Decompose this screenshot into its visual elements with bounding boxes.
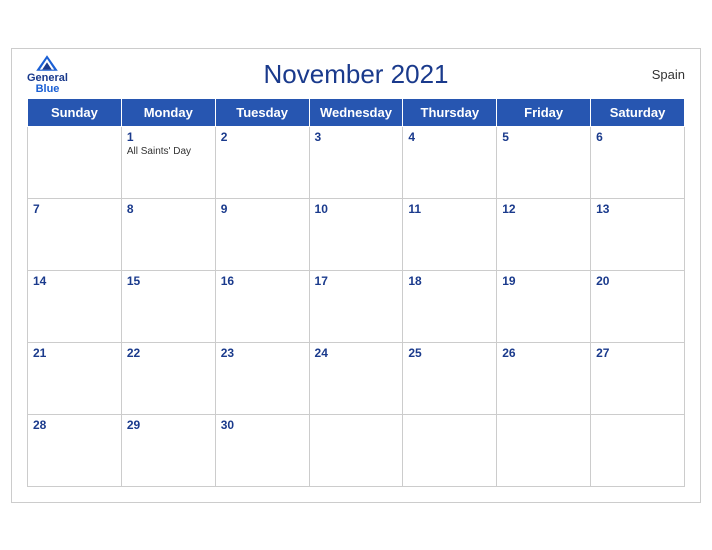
day-cell: 20 (591, 270, 685, 342)
day-cell: 21 (28, 342, 122, 414)
col-friday: Friday (497, 98, 591, 126)
logo-blue-text: Blue (36, 84, 60, 95)
day-number: 24 (315, 346, 398, 360)
day-cell: 16 (215, 270, 309, 342)
day-cell: 29 (121, 414, 215, 486)
day-cell: 12 (497, 198, 591, 270)
calendar-container: General Blue November 2021 Spain Sunday … (11, 48, 701, 503)
day-event: All Saints' Day (127, 146, 210, 157)
day-number: 3 (315, 130, 398, 144)
day-number: 14 (33, 274, 116, 288)
week-row-1: 1 All Saints' Day 23456 (28, 126, 685, 198)
day-number: 20 (596, 274, 679, 288)
logo-area: General Blue (27, 54, 68, 95)
day-number: 27 (596, 346, 679, 360)
day-cell (28, 126, 122, 198)
day-cell: 25 (403, 342, 497, 414)
day-cell (591, 414, 685, 486)
calendar-table: Sunday Monday Tuesday Wednesday Thursday… (27, 98, 685, 487)
day-number: 11 (408, 202, 491, 216)
day-cell: 26 (497, 342, 591, 414)
col-monday: Monday (121, 98, 215, 126)
day-number: 5 (502, 130, 585, 144)
day-number: 15 (127, 274, 210, 288)
generalblue-logo-icon (35, 54, 59, 72)
day-number: 7 (33, 202, 116, 216)
day-number: 28 (33, 418, 116, 432)
day-number: 8 (127, 202, 210, 216)
day-cell: 1 All Saints' Day (121, 126, 215, 198)
day-number: 2 (221, 130, 304, 144)
day-cell: 17 (309, 270, 403, 342)
day-cell: 27 (591, 342, 685, 414)
col-saturday: Saturday (591, 98, 685, 126)
day-number: 25 (408, 346, 491, 360)
day-cell: 15 (121, 270, 215, 342)
calendar-title: November 2021 (264, 59, 449, 90)
day-cell: 6 (591, 126, 685, 198)
logo-general-text: General (27, 73, 68, 84)
country-label: Spain (652, 67, 685, 82)
day-number: 17 (315, 274, 398, 288)
day-cell: 7 (28, 198, 122, 270)
calendar-header: General Blue November 2021 Spain (27, 59, 685, 90)
day-number: 13 (596, 202, 679, 216)
day-number: 1 (127, 130, 210, 144)
col-wednesday: Wednesday (309, 98, 403, 126)
week-row-3: 14 15 16 17 18 19 20 (28, 270, 685, 342)
day-cell: 19 (497, 270, 591, 342)
day-number: 10 (315, 202, 398, 216)
day-cell: 24 (309, 342, 403, 414)
day-number: 6 (596, 130, 679, 144)
day-number: 9 (221, 202, 304, 216)
day-cell: 3 (309, 126, 403, 198)
day-number: 16 (221, 274, 304, 288)
day-number: 26 (502, 346, 585, 360)
day-number: 4 (408, 130, 491, 144)
day-number: 21 (33, 346, 116, 360)
day-cell: 13 (591, 198, 685, 270)
day-number: 18 (408, 274, 491, 288)
day-cell: 2 (215, 126, 309, 198)
day-number: 30 (221, 418, 304, 432)
day-cell (309, 414, 403, 486)
day-cell: 23 (215, 342, 309, 414)
calendar-body: 1All Saints' Day234567891011121314151617… (28, 126, 685, 486)
day-cell: 18 (403, 270, 497, 342)
day-cell: 8 (121, 198, 215, 270)
week-row-4: 21 22 23 24 25 26 27 (28, 342, 685, 414)
col-thursday: Thursday (403, 98, 497, 126)
day-number: 19 (502, 274, 585, 288)
week-row-2: 789 10 11 12 13 (28, 198, 685, 270)
day-number: 29 (127, 418, 210, 432)
day-cell: 9 (215, 198, 309, 270)
days-of-week-row: Sunday Monday Tuesday Wednesday Thursday… (28, 98, 685, 126)
day-number: 22 (127, 346, 210, 360)
col-tuesday: Tuesday (215, 98, 309, 126)
day-cell: 11 (403, 198, 497, 270)
day-number: 23 (221, 346, 304, 360)
day-cell: 28 (28, 414, 122, 486)
day-cell (403, 414, 497, 486)
day-cell: 10 (309, 198, 403, 270)
day-cell: 5 (497, 126, 591, 198)
week-row-5: 28 29 30 (28, 414, 685, 486)
col-sunday: Sunday (28, 98, 122, 126)
day-cell: 22 (121, 342, 215, 414)
day-cell: 4 (403, 126, 497, 198)
day-cell: 14 (28, 270, 122, 342)
day-cell: 30 (215, 414, 309, 486)
day-number: 12 (502, 202, 585, 216)
day-cell (497, 414, 591, 486)
